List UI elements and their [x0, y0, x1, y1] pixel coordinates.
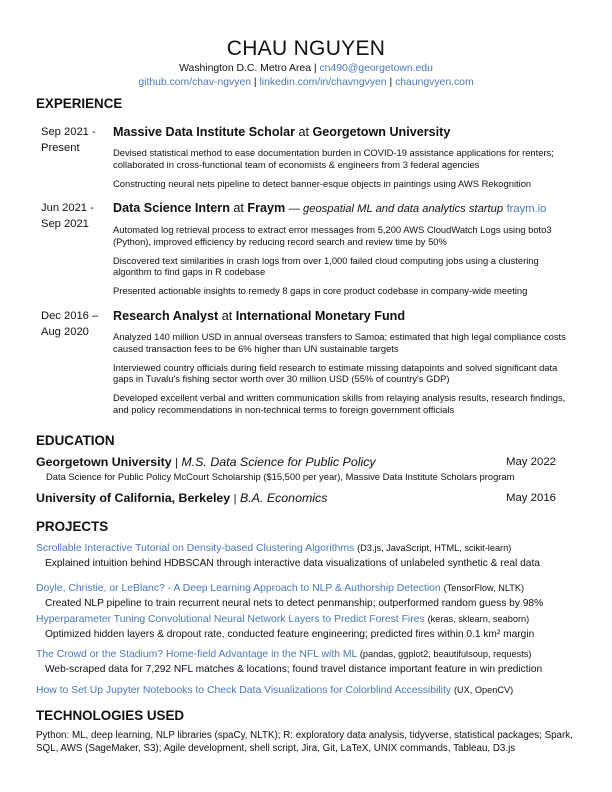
education-heading: EDUCATION: [36, 433, 115, 448]
job-title: Data Science Intern at Fraym — geospatia…: [113, 200, 575, 217]
separator: |: [389, 77, 393, 88]
project-tools: (keras, sklearn, seaborn): [427, 614, 530, 624]
project-description: Web-scraped data for 7,292 NFL matches &…: [45, 664, 543, 675]
job-date-end: Aug 2020: [41, 326, 89, 338]
project-title-line: The Crowd or the Stadium? Home-field Adv…: [36, 648, 596, 661]
project-description: Created NLP pipeline to train recurrent …: [45, 598, 544, 609]
separator: |: [233, 493, 237, 505]
project-item: Hyperparameter Tuning Convolutional Neur…: [36, 613, 596, 641]
job-title: Massive Data Institute Scholar at George…: [113, 124, 575, 140]
job-dates: Jun 2021 - Sep 2021: [41, 200, 111, 232]
graduation-date: May 2022: [505, 456, 556, 468]
job-bullet: Discovered text similarities in crash lo…: [113, 254, 539, 278]
degree: M.S. Data Science for Public Policy: [181, 455, 376, 469]
project-link[interactable]: Scrollable Interactive Tutorial on Densi…: [36, 543, 354, 554]
job-role: Massive Data Institute Scholar: [113, 125, 295, 139]
job-bullet: Automated log retrieval process to extra…: [113, 224, 552, 247]
job-role: Research Analyst: [113, 309, 219, 323]
job-bullet: Interviewed country officials during fie…: [113, 361, 558, 385]
project-title-line: How to Set Up Jupyter Notebooks to Check…: [36, 684, 596, 697]
website-link[interactable]: chaungvyen.com: [395, 77, 474, 88]
education-entry-georgetown: Georgetown University | M.S. Data Scienc…: [36, 454, 576, 471]
job-at: at: [221, 309, 233, 323]
separator: |: [175, 457, 178, 469]
job-bullet: Analyzed 140 million USD in annual overs…: [113, 331, 566, 354]
job-dates: Dec 2016 – Aug 2020: [41, 308, 111, 340]
project-description: Explained intuition behind HDBSCAN throu…: [45, 558, 540, 569]
project-item: The Crowd or the Stadium? Home-field Adv…: [36, 648, 596, 676]
job-date-start: Dec 2016 –: [41, 310, 99, 322]
separator: |: [253, 77, 257, 88]
graduation-date: May 2016: [505, 492, 556, 504]
job-date-start: Jun 2021 -: [41, 202, 94, 214]
education-entry-berkeley: University of California, Berkeley | B.A…: [36, 490, 576, 507]
candidate-name: CHAU NGUYEN: [226, 37, 386, 60]
project-link[interactable]: Hyperparameter Tuning Convolutional Neur…: [36, 614, 425, 625]
job-title: Research Analyst at International Moneta…: [113, 308, 575, 324]
project-link[interactable]: Doyle, Christie, or LeBlanc? - A Deep Le…: [36, 583, 441, 594]
school-name: Georgetown University: [36, 455, 172, 469]
project-tools: (pandas, ggplot2, beautifulsoup, request…: [359, 649, 532, 659]
job-bullet: Devised statistical method to ease docum…: [113, 147, 554, 170]
location: Washington D.C. Metro Area: [179, 63, 311, 74]
project-description: Optimized hidden layers & dropout rate, …: [45, 629, 535, 640]
project-item: Doyle, Christie, or LeBlanc? - A Deep Le…: [36, 582, 596, 610]
job-body: Massive Data Institute Scholar at George…: [113, 124, 575, 189]
project-tools: (D3.js, JavaScript, HTML, scikit-learn): [357, 543, 512, 553]
project-title-line: Scrollable Interactive Tutorial on Densi…: [36, 542, 596, 555]
job-body: Research Analyst at International Moneta…: [113, 308, 575, 416]
github-link[interactable]: github.com/chav-ngvyen: [138, 77, 251, 88]
job-bullet: Developed excellent verbal and written c…: [113, 392, 566, 415]
project-title-line: Hyperparameter Tuning Convolutional Neur…: [36, 613, 596, 626]
job-at: at: [298, 125, 309, 139]
project-tools: (TensorFlow, NLTK): [443, 583, 525, 593]
school-name: University of California, Berkeley: [36, 491, 231, 505]
job-dates: Sep 2021 - Present: [41, 124, 111, 156]
job-bullet: Presented actionable insights to remedy …: [113, 285, 528, 297]
fraym-link[interactable]: fraym.io: [507, 203, 547, 215]
job-org: Georgetown University: [312, 125, 451, 139]
degree: B.A. Economics: [239, 491, 328, 505]
project-item: Scrollable Interactive Tutorial on Densi…: [36, 542, 596, 570]
job-org: Fraym: [247, 201, 286, 215]
job-at: at: [233, 201, 244, 215]
project-link[interactable]: The Crowd or the Stadium? Home-field Adv…: [36, 649, 357, 660]
contact-line-1: Washington D.C. Metro Area | cn490@georg…: [36, 62, 576, 76]
job-date-end: Sep 2021: [41, 218, 89, 230]
job-bullet: Constructing neural nets pipeline to det…: [113, 177, 532, 189]
linkedin-link[interactable]: linkedin.com/in/chavngvyen: [260, 77, 387, 88]
technologies-text: Python: ML, deep learning, NLP libraries…: [36, 730, 573, 754]
resume-header: CHAU NGUYEN Washington D.C. Metro Area |…: [36, 36, 576, 90]
job-date-end: Present: [41, 142, 80, 154]
project-tools: (UX, OpenCV): [453, 685, 514, 695]
job-date-start: Sep 2021 -: [41, 126, 96, 138]
education-note: Data Science for Public Policy McCourt S…: [46, 471, 515, 482]
projects-heading: PROJECTS: [36, 519, 109, 534]
email-link[interactable]: cn490@georgetown.edu: [319, 63, 432, 74]
job-org: International Monetary Fund: [235, 309, 406, 323]
experience-heading: EXPERIENCE: [36, 96, 123, 111]
job-body: Data Science Intern at Fraym — geospatia…: [113, 200, 575, 297]
separator: |: [313, 63, 317, 74]
contact-line-2: github.com/chav-ngvyen | linkedin.com/in…: [36, 76, 576, 90]
job-tagline: — geospatial ML and data analytics start…: [288, 203, 504, 215]
technologies-heading: TECHNOLOGIES USED: [36, 708, 185, 723]
project-link[interactable]: How to Set Up Jupyter Notebooks to Check…: [36, 685, 451, 696]
project-title-line: Doyle, Christie, or LeBlanc? - A Deep Le…: [36, 582, 596, 595]
job-role: Data Science Intern: [113, 201, 230, 215]
project-item: How to Set Up Jupyter Notebooks to Check…: [36, 684, 596, 697]
